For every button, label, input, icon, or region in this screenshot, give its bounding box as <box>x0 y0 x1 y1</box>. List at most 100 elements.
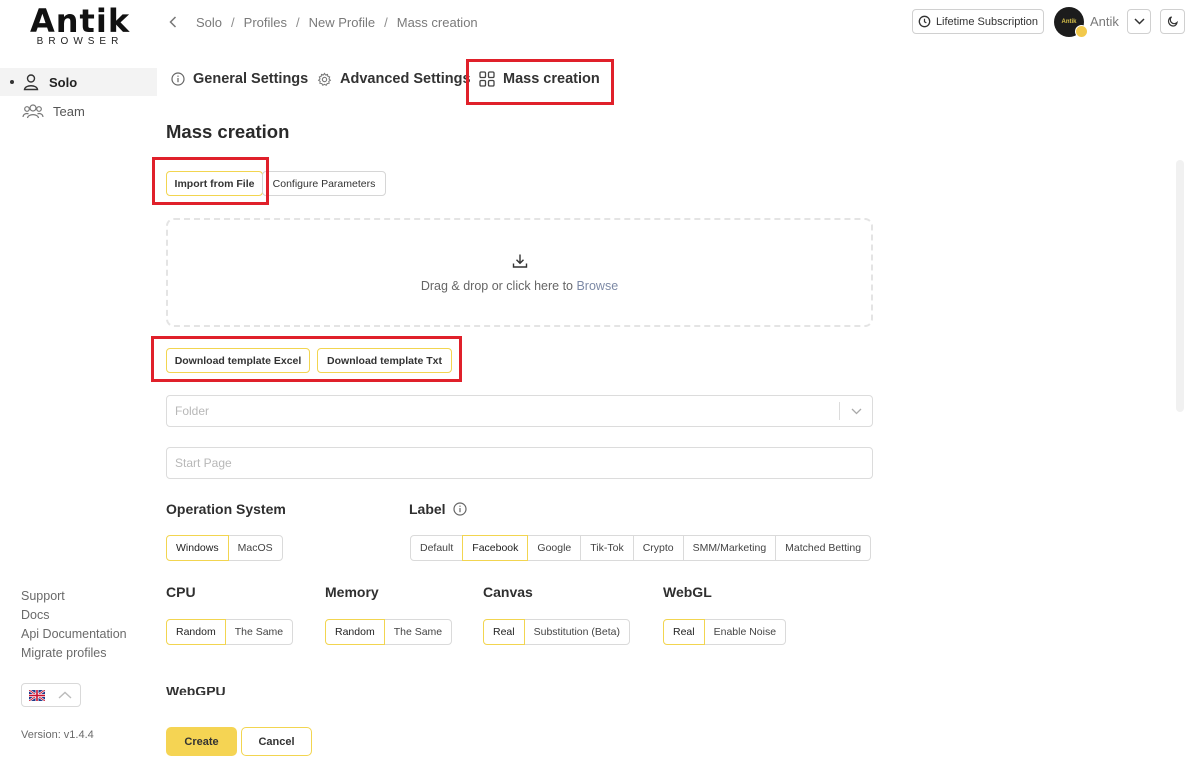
info-icon <box>452 502 467 516</box>
chevron-left-icon <box>169 16 177 28</box>
breadcrumb-separator: / <box>231 14 235 30</box>
moon-icon <box>1167 16 1178 27</box>
user-name[interactable]: Antik <box>1090 14 1119 29</box>
scrollbar[interactable] <box>1176 160 1184 412</box>
canvas-option-substitution[interactable]: Substitution (Beta) <box>523 619 630 645</box>
os-segmented: Windows MacOS <box>166 535 283 561</box>
avatar[interactable]: Antik <box>1054 7 1088 38</box>
sidebar-item-solo[interactable]: Solo <box>0 68 157 96</box>
label-option-tiktok[interactable]: Tik-Tok <box>580 535 634 561</box>
back-button[interactable] <box>164 13 182 31</box>
webgl-label-text: WebGL <box>663 584 712 600</box>
label-option-matched-betting[interactable]: Matched Betting <box>775 535 872 561</box>
user-icon <box>22 73 40 91</box>
info-icon <box>171 72 185 86</box>
webgl-segmented: Real Enable Noise <box>663 619 787 645</box>
webgl-option-real[interactable]: Real <box>663 619 705 645</box>
cpu-label-text: CPU <box>166 584 196 600</box>
memory-option-the-same[interactable]: The Same <box>383 619 453 645</box>
cpu-option-the-same[interactable]: The Same <box>224 619 294 645</box>
memory-label-text: Memory <box>325 584 379 600</box>
cpu-option-random[interactable]: Random <box>166 619 226 645</box>
docs-link[interactable]: Docs <box>21 608 127 627</box>
sidebar-item-label: Team <box>53 103 85 119</box>
label-option-crypto[interactable]: Crypto <box>632 535 684 561</box>
chevron-down-icon <box>851 408 861 414</box>
breadcrumb-current: Mass creation <box>396 14 478 30</box>
memory-option-random[interactable]: Random <box>325 619 385 645</box>
breadcrumb-profiles[interactable]: Profiles <box>244 15 287 30</box>
start-page-input[interactable]: Start Page <box>166 447 873 479</box>
file-dropzone[interactable]: Drag & drop or click here to Browse <box>166 218 873 327</box>
canvas-label: Canvas <box>483 584 533 600</box>
browse-link[interactable]: Browse <box>576 279 618 293</box>
user-menu-toggle[interactable] <box>1127 9 1151 34</box>
app-version: Version: v1.4.4 <box>21 729 94 741</box>
highlight-box-tab <box>466 59 614 105</box>
gear-icon <box>317 72 332 86</box>
migrate-profiles-link[interactable]: Migrate profiles <box>21 646 127 665</box>
canvas-option-real[interactable]: Real <box>483 619 525 645</box>
active-indicator <box>10 80 14 84</box>
sidebar-item-label: Solo <box>49 74 78 90</box>
avatar-text: Antik <box>1061 19 1077 25</box>
subscription-button[interactable]: Lifetime Subscription <box>912 9 1044 34</box>
label-option-smm-marketing[interactable]: SMM/Marketing <box>682 535 777 561</box>
label-group-label: Label <box>409 501 467 517</box>
chevron-up-icon <box>58 691 72 699</box>
label-option-google[interactable]: Google <box>527 535 582 561</box>
dropzone-text: Drag & drop or click here to Browse <box>421 279 618 293</box>
breadcrumb-separator: / <box>384 14 388 30</box>
chevron-down-icon <box>1133 18 1145 25</box>
label-option-default[interactable]: Default <box>410 535 464 561</box>
cpu-label: CPU <box>166 584 196 600</box>
app-logo[interactable]: Antik BROWSER <box>30 4 129 47</box>
breadcrumb: Solo / Profiles / New Profile / Mass cre… <box>164 13 478 31</box>
canvas-label-text: Canvas <box>483 584 533 600</box>
memory-segmented: Random The Same <box>325 619 453 645</box>
cpu-segmented: Random The Same <box>166 619 294 645</box>
webgl-label: WebGL <box>663 584 712 600</box>
highlight-box-templates <box>151 336 462 382</box>
tab-label: Advanced Settings <box>340 71 471 87</box>
os-option-macos[interactable]: MacOS <box>227 535 283 561</box>
memory-label: Memory <box>325 584 379 600</box>
start-page-placeholder: Start Page <box>175 456 232 470</box>
support-link[interactable]: Support <box>21 589 127 608</box>
canvas-segmented: Real Substitution (Beta) <box>483 619 630 645</box>
tab-general-settings[interactable]: General Settings <box>171 71 308 87</box>
os-option-windows[interactable]: Windows <box>166 535 229 561</box>
uk-flag-icon <box>29 689 45 701</box>
logo-subtitle: BROWSER <box>36 36 124 47</box>
os-label-text: Operation System <box>166 501 286 517</box>
sidebar-links: Support Docs Api Documentation Migrate p… <box>21 589 127 665</box>
breadcrumb-solo[interactable]: Solo <box>196 15 222 30</box>
folder-select[interactable]: Folder <box>166 395 873 427</box>
os-label: Operation System <box>166 501 286 517</box>
api-documentation-link[interactable]: Api Documentation <box>21 627 127 646</box>
language-selector[interactable] <box>21 683 81 707</box>
breadcrumb-separator: / <box>296 14 300 30</box>
cancel-button[interactable]: Cancel <box>241 727 312 756</box>
create-button[interactable]: Create <box>166 727 237 756</box>
page-title: Mass creation <box>166 121 290 142</box>
download-icon <box>512 254 527 268</box>
webgpu-label-text: WebGPU <box>166 687 226 695</box>
team-icon <box>22 103 44 119</box>
folder-dropdown-toggle[interactable] <box>839 402 872 420</box>
tab-label: General Settings <box>193 71 309 87</box>
subscription-label: Lifetime Subscription <box>935 15 1039 28</box>
webgl-option-enable-noise[interactable]: Enable Noise <box>703 619 787 645</box>
webgpu-label-partial: WebGPU <box>166 687 226 695</box>
theme-toggle[interactable] <box>1160 9 1185 34</box>
label-option-facebook[interactable]: Facebook <box>462 535 529 561</box>
tab-advanced-settings[interactable]: Advanced Settings <box>317 71 471 87</box>
dropzone-instruction: Drag & drop or click here to <box>420 278 577 293</box>
configure-parameters-button[interactable]: Configure Parameters <box>262 171 386 196</box>
clock-icon <box>918 15 931 28</box>
label-group-text: Label <box>409 501 446 517</box>
premium-star-icon <box>1075 25 1088 38</box>
sidebar-item-team[interactable]: Team <box>0 97 157 125</box>
highlight-box-import <box>152 157 269 205</box>
breadcrumb-new-profile[interactable]: New Profile <box>309 15 375 30</box>
